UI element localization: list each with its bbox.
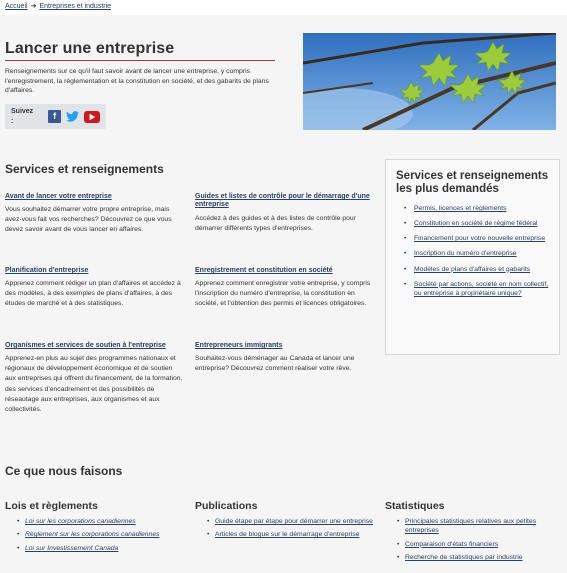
list-item: Loi sur les corporations canadiennes (17, 517, 185, 527)
service-item: Organismes et services de soutien à l'en… (5, 342, 183, 415)
list-item: Guide étape par étape pour démarrer une … (207, 517, 375, 527)
list-item: Constitution en société de régime fédéra… (404, 219, 549, 229)
service-link[interactable]: Guides et listes de contrôle pour le dém… (195, 193, 373, 210)
list-item: Inscription du numéro d'entreprise (404, 249, 549, 259)
list-item: Loi sur Investissement Canada (17, 544, 185, 554)
breadcrumb-current-link[interactable]: Entreprises et industrie (39, 3, 111, 10)
breadcrumb-home-link[interactable]: Accueil (5, 3, 28, 10)
service-item: Entrepreneurs immigrants Souhaitez-vous … (195, 342, 373, 374)
page-description: Renseignements sur ce qu'il faut savoir … (5, 68, 269, 95)
service-description: Apprenez comment enregistrer votre entre… (195, 280, 371, 308)
most-requested-link[interactable]: Constitution en société de régime fédéra… (414, 220, 538, 227)
breadcrumb: Accueil ➔ Entreprises et industrie (0, 0, 567, 15)
page-title: Lancer une entreprise (5, 40, 175, 57)
service-description: Apprenez comment rédiger un plan d'affai… (5, 280, 181, 308)
law-link[interactable]: Loi sur Investissement Canada (25, 545, 118, 552)
title-underline (5, 60, 275, 61)
publications-list: Guide étape par étape pour démarrer une … (195, 517, 375, 544)
statistic-link[interactable]: Principales statistiques relatives aux p… (405, 518, 536, 534)
service-item: Avant de lancer votre entreprise Vous so… (5, 193, 183, 236)
list-item: Société par actions, société en nom coll… (404, 280, 549, 299)
service-item: Guides et listes de contrôle pour le dém… (195, 193, 373, 234)
list-item: Financement pour votre nouvelle entrepri… (404, 234, 549, 244)
most-requested-heading: Services et renseignements les plus dema… (396, 170, 549, 196)
list-item: Règlement sur les corporations canadienn… (17, 530, 185, 540)
list-item: Principales statistiques relatives aux p… (397, 517, 563, 536)
service-link[interactable]: Planification d'entreprise (5, 267, 183, 275)
maple-leaves-photo (303, 33, 556, 130)
most-requested-link[interactable]: Inscription du numéro d'entreprise (414, 250, 517, 257)
list-item: Modèles de plans d'affaires et gabarits (404, 265, 549, 275)
most-requested-link[interactable]: Permis, licences et règlements (414, 205, 507, 212)
most-requested-link[interactable]: Financement pour votre nouvelle entrepri… (414, 235, 545, 242)
list-item: Permis, licences et règlements (404, 204, 549, 214)
youtube-icon[interactable] (84, 110, 100, 123)
service-description: Accédez à des guides et à des listes de … (195, 214, 356, 232)
follow-label: Suivez : (11, 107, 34, 125)
most-requested-link[interactable]: Modèles de plans d'affaires et gabarits (414, 266, 530, 273)
service-link[interactable]: Avant de lancer votre entreprise (5, 193, 183, 201)
service-link[interactable]: Enregistrement et constitution en sociét… (195, 267, 373, 275)
list-item: Articles de blogue sur le démarrage d'en… (207, 530, 375, 540)
service-item: Planification d'entreprise Apprenez comm… (5, 267, 183, 310)
service-link[interactable]: Entrepreneurs immigrants (195, 342, 373, 350)
statistic-link[interactable]: Recherche de statistiques par industrie (405, 554, 523, 561)
publications-heading: Publications (195, 500, 258, 512)
publication-link[interactable]: Guide étape par étape pour démarrer une … (215, 518, 373, 525)
what-we-do-heading: Ce que nous faisons (5, 464, 123, 478)
statistics-heading: Statistiques (385, 500, 445, 512)
list-item: Recherche de statistiques par industrie (397, 553, 563, 563)
facebook-icon[interactable]: f (48, 110, 62, 123)
services-heading: Services et renseignements (5, 162, 164, 176)
law-link[interactable]: Règlement sur les corporations canadienn… (25, 531, 160, 538)
social-follow-bar: Suivez : f (5, 104, 106, 129)
twitter-icon[interactable] (66, 110, 80, 123)
service-description: Apprenez-en plus au sujet des programmes… (5, 355, 183, 413)
service-description: Vous souhaitez démarrer votre propre ent… (5, 206, 172, 234)
most-requested-link[interactable]: Société par actions, société en nom coll… (414, 281, 548, 298)
service-description: Souhaitez-vous déménager au Canada et la… (195, 355, 355, 373)
laws-heading: Lois et règlements (5, 500, 98, 512)
most-requested-list: Permis, licences et règlements Constitut… (396, 204, 549, 298)
laws-list: Loi sur les corporations canadiennes Règ… (5, 517, 185, 557)
publication-link[interactable]: Articles de blogue sur le démarrage d'en… (215, 531, 360, 538)
law-link[interactable]: Loi sur les corporations canadiennes (25, 518, 136, 525)
statistics-list: Principales statistiques relatives aux p… (385, 517, 563, 567)
arrow-right-icon: ➔ (30, 3, 37, 10)
most-requested-panel: Services et renseignements les plus dema… (385, 159, 560, 355)
service-link[interactable]: Organismes et services de soutien à l'en… (5, 342, 183, 350)
list-item: Comparaison d'états financiers (397, 540, 563, 550)
statistic-link[interactable]: Comparaison d'états financiers (405, 541, 498, 548)
service-item: Enregistrement et constitution en sociét… (195, 267, 373, 310)
